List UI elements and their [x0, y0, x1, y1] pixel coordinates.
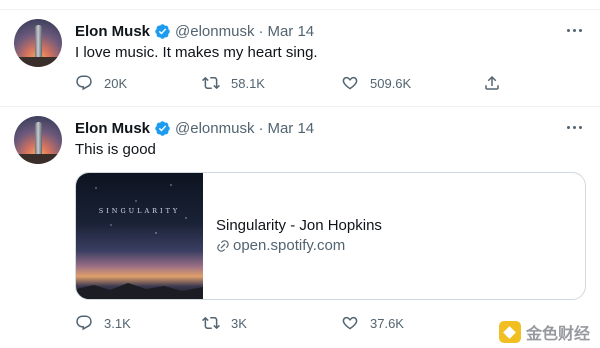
- verified-badge-icon: [155, 23, 170, 39]
- retweet-icon: [202, 76, 220, 90]
- retweet-button[interactable]: 58.1K: [202, 74, 265, 92]
- album-artwork: SINGULARITY: [76, 173, 203, 299]
- artwork-hills: [76, 283, 203, 299]
- like-button[interactable]: 509.6K: [341, 74, 411, 92]
- avatar-rocket: [35, 25, 42, 59]
- retweet-icon: [202, 316, 220, 330]
- card-title: Singularity - Jon Hopkins: [216, 217, 382, 234]
- reply-count: 3.1K: [104, 315, 131, 331]
- avatar-ground: [14, 154, 62, 164]
- tweet-actions: 20K 58.1K 509.6K: [75, 73, 510, 93]
- author-handle[interactable]: @elonmusk: [175, 23, 254, 40]
- link-icon: [217, 240, 229, 252]
- tweet-header: Elon Musk @elonmusk · Mar 14: [75, 118, 314, 138]
- card-info: Singularity - Jon Hopkins open.spotify.c…: [203, 173, 382, 299]
- more-icon[interactable]: [564, 20, 584, 40]
- retweet-button[interactable]: 3K: [202, 314, 247, 332]
- author-name[interactable]: Elon Musk: [75, 23, 150, 40]
- like-icon: [342, 76, 358, 90]
- tweet-text: I love music. It makes my heart sing.: [75, 44, 318, 61]
- tweet[interactable]: Elon Musk @elonmusk · Mar 14 I love musi…: [0, 10, 600, 107]
- retweet-count: 58.1K: [231, 75, 265, 91]
- avatar-ground: [14, 57, 62, 67]
- card-domain[interactable]: open.spotify.com: [216, 236, 382, 256]
- tweet-header: Elon Musk @elonmusk · Mar 14: [75, 21, 314, 41]
- like-count: 509.6K: [370, 75, 412, 91]
- like-count: 37.6K: [370, 315, 404, 331]
- reply-icon: [76, 315, 92, 331]
- share-button[interactable]: [483, 74, 501, 92]
- like-button[interactable]: 37.6K: [341, 314, 404, 332]
- watermark-text: 金色财经: [525, 326, 590, 343]
- verified-badge-icon: [155, 120, 170, 136]
- avatar[interactable]: [14, 19, 62, 67]
- retweet-count: 3K: [231, 315, 247, 331]
- header-separator: ·: [258, 119, 264, 137]
- reply-button[interactable]: 3.1K: [75, 314, 131, 332]
- avatar-rocket: [35, 122, 42, 156]
- reply-button[interactable]: 20K: [75, 74, 127, 92]
- watermark-logo-icon: [498, 321, 521, 343]
- card-domain-text: open.spotify.com: [233, 237, 346, 254]
- author-name[interactable]: Elon Musk: [75, 120, 150, 137]
- author-handle[interactable]: @elonmusk: [175, 120, 254, 137]
- more-icon[interactable]: [564, 117, 584, 137]
- tweet-timestamp[interactable]: Mar 14: [267, 120, 314, 137]
- watermark: 金色财经: [498, 320, 590, 344]
- avatar[interactable]: [14, 116, 62, 164]
- reply-icon: [76, 75, 92, 91]
- tweet-text: This is good: [75, 141, 156, 158]
- tweet[interactable]: Elon Musk @elonmusk · Mar 14 This is goo…: [0, 107, 600, 348]
- reply-count: 20K: [104, 75, 128, 91]
- tweet-actions: 3.1K 3K 37.6K: [75, 313, 510, 333]
- header-separator: ·: [258, 22, 264, 40]
- share-icon: [485, 75, 499, 90]
- artwork-title: SINGULARITY: [98, 207, 181, 215]
- timeline-top-divider: [0, 0, 600, 10]
- link-card[interactable]: SINGULARITY Singularity - Jon Hopkins op…: [75, 172, 586, 300]
- like-icon: [342, 316, 358, 330]
- tweet-timestamp[interactable]: Mar 14: [267, 23, 314, 40]
